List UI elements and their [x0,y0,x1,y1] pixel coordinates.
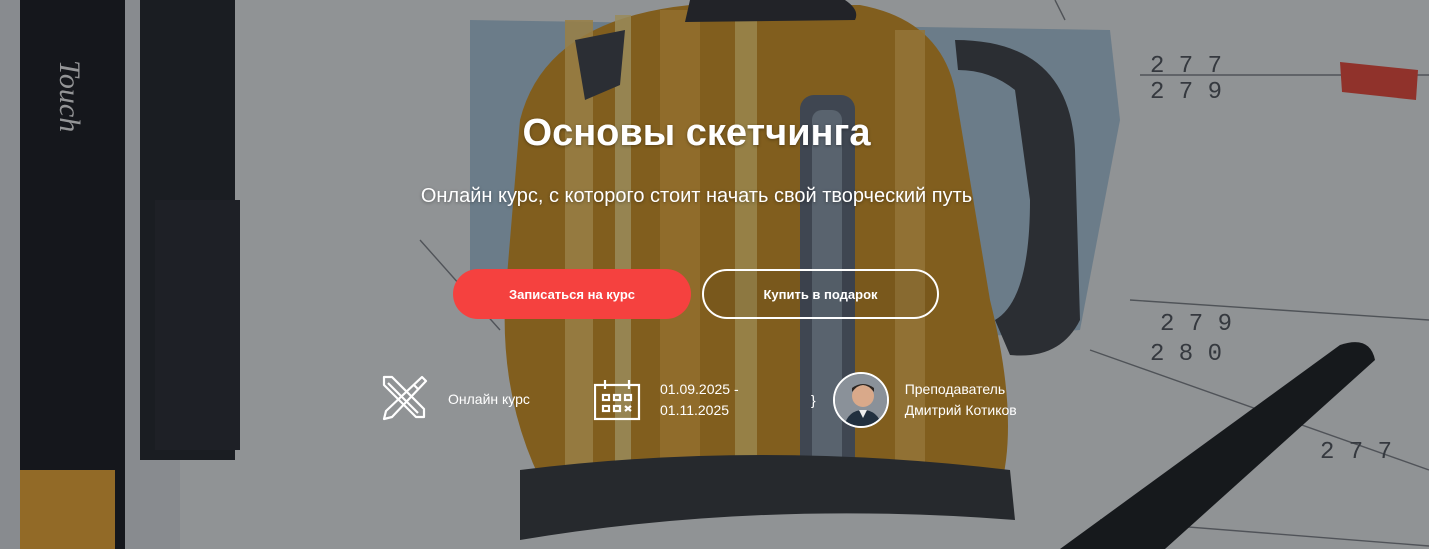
enroll-button[interactable]: Записаться на курс [453,269,691,319]
teacher-role: Преподаватель [904,381,1006,397]
teacher-name[interactable]: Дмитрий Котиков [905,402,1017,418]
course-dates: 01.09.2025 - 01.11.2025 [593,379,739,421]
course-teacher: } Преподаватель Дмитрий Котиков [811,372,1017,428]
page-title: Основы скетчинга [522,112,871,154]
course-format: Онлайн курс [378,373,530,425]
teacher-avatar[interactable] [832,372,889,428]
buy-gift-button[interactable]: Купить в подарок [702,269,939,319]
end-date: 01.11.2025 [660,402,730,418]
calendar-icon [593,379,641,421]
start-date: 01.09.2025 - [660,381,739,397]
page-subtitle: Онлайн курс, с которого стоит начать сво… [420,185,973,207]
brace-symbol: } [811,391,816,408]
course-dates-label: 01.09.2025 - 01.11.2025 [660,379,739,421]
course-format-label: Онлайн курс [448,390,530,407]
teacher-info: Преподаватель Дмитрий Котиков [905,379,1017,421]
pencil-cross-icon [378,373,430,425]
hero-section: Touch 2 7 7 2 7 9 2 7 9 2 8 0 2 7 7 Осно… [0,0,1429,549]
